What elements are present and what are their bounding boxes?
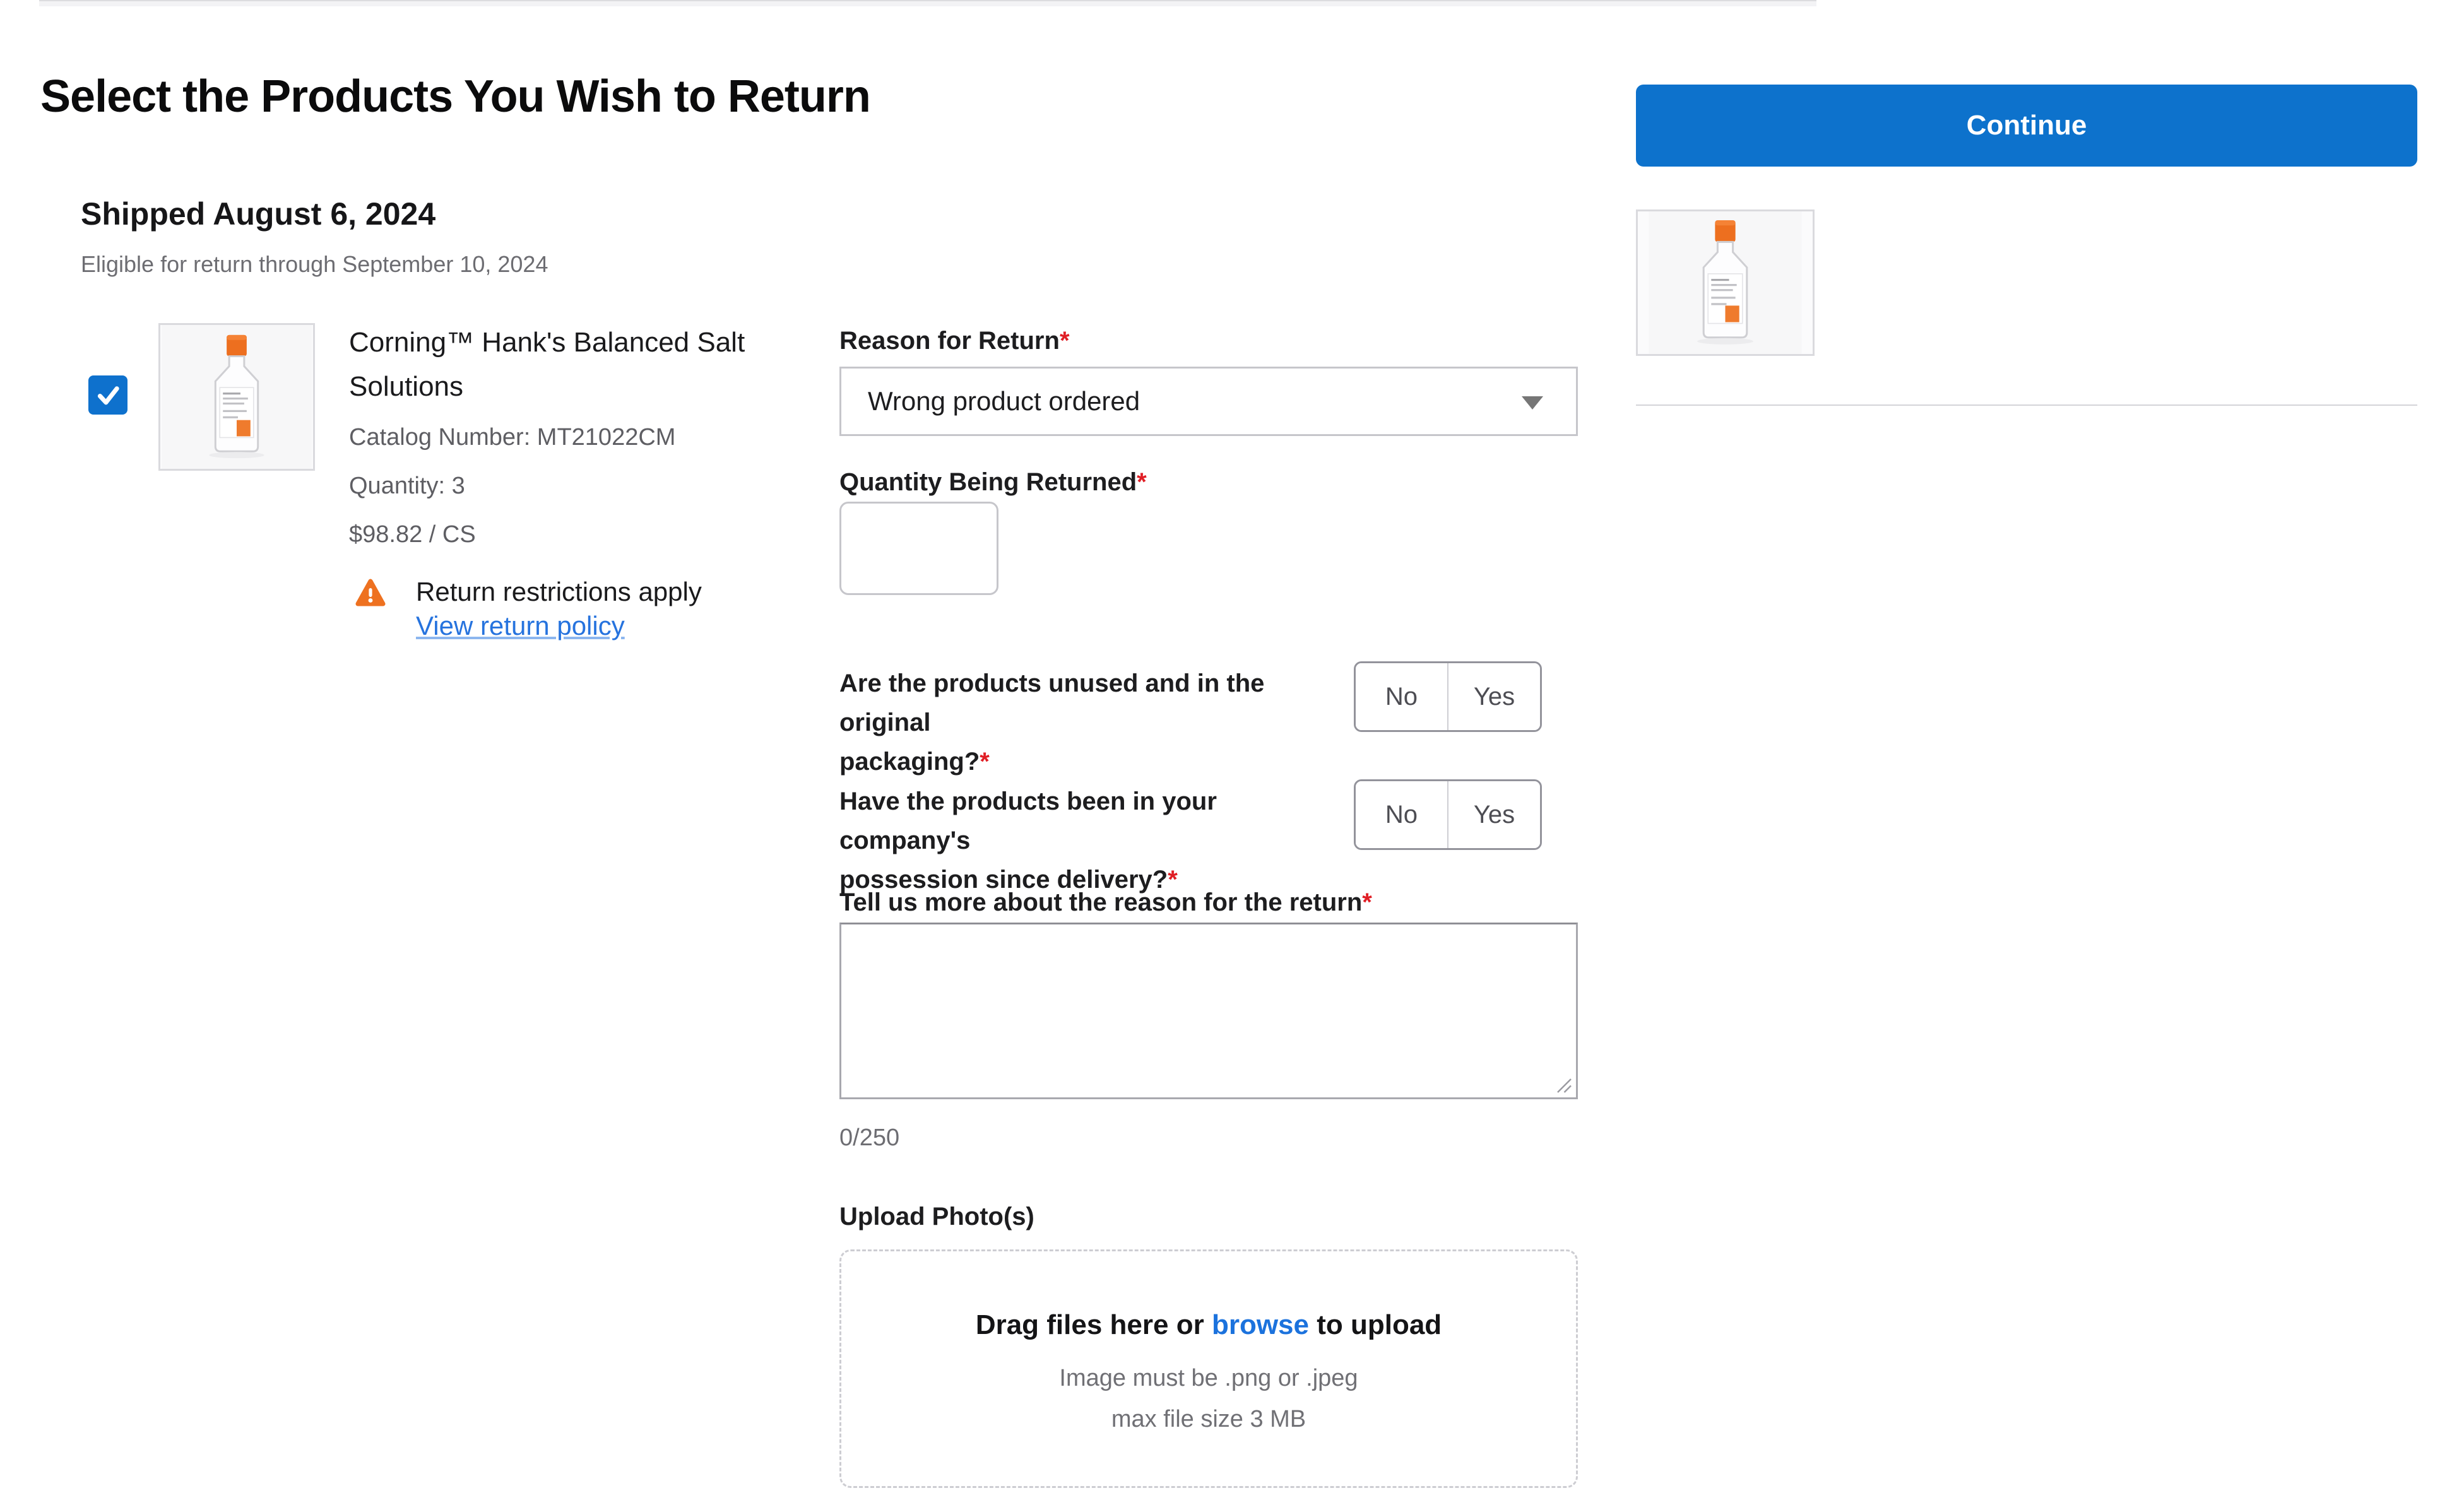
warning-icon <box>355 578 386 607</box>
reason-for-return-label: Reason for Return* <box>839 327 1070 355</box>
quantity-returned-label: Quantity Being Returned* <box>839 468 1147 497</box>
unused-packaging-toggle: No Yes <box>1354 661 1542 732</box>
product-name-line2: Solutions <box>349 365 745 409</box>
tell-us-more-label: Tell us more about the reason for the re… <box>839 888 1372 917</box>
product-catalog-number: Catalog Number: MT21022CM <box>349 424 675 451</box>
product-quantity: Quantity: 3 <box>349 473 465 500</box>
required-asterisk: * <box>1060 327 1070 355</box>
view-return-policy-link[interactable]: View return policy <box>416 610 625 642</box>
chevron-down-icon <box>1522 396 1543 410</box>
upload-format-hint: Image must be .png or .jpeg <box>1059 1365 1358 1392</box>
restriction-text-block: Return restrictions apply View return po… <box>416 575 702 642</box>
company-possession-no-button[interactable]: No <box>1356 781 1447 848</box>
dropzone-instruction: Drag files here or browse to upload <box>976 1309 1442 1341</box>
page-title: Select the Products You Wish to Return <box>40 71 870 122</box>
bottle-image <box>160 325 313 469</box>
question-unused-packaging: Are the products unused and in the origi… <box>839 664 1344 781</box>
upload-size-hint: max file size 3 MB <box>1111 1406 1306 1433</box>
checkmark-icon <box>94 381 122 409</box>
selected-product-thumbnail <box>1636 209 1815 356</box>
sidebar-divider <box>1636 404 2417 406</box>
browse-link[interactable]: browse <box>1212 1309 1309 1340</box>
return-page: Select the Products You Wish to Return S… <box>0 0 2464 1493</box>
character-counter: 0/250 <box>839 1124 899 1152</box>
bottle-image <box>1638 211 1813 354</box>
continue-button[interactable]: Continue <box>1636 85 2417 167</box>
return-reason-textarea[interactable] <box>839 923 1578 1099</box>
quantity-returned-input[interactable] <box>839 502 998 595</box>
shipment-date-heading: Shipped August 6, 2024 <box>81 196 435 232</box>
product-select-checkbox[interactable] <box>88 375 127 415</box>
reason-selected-value: Wrong product ordered <box>868 386 1140 416</box>
return-restriction-row: Return restrictions apply View return po… <box>355 575 702 642</box>
company-possession-toggle: No Yes <box>1354 779 1542 850</box>
product-price: $98.82 / CS <box>349 521 476 548</box>
restriction-note: Return restrictions apply <box>416 575 702 608</box>
required-asterisk: * <box>1362 888 1372 916</box>
required-asterisk: * <box>1137 468 1147 496</box>
top-progress-strip <box>39 0 1816 6</box>
upload-photos-label: Upload Photo(s) <box>839 1203 1034 1231</box>
reason-for-return-select[interactable]: Wrong product ordered <box>839 367 1578 436</box>
required-asterisk: * <box>980 748 990 776</box>
product-name-line1: Corning™ Hank's Balanced Salt <box>349 321 745 365</box>
unused-packaging-yes-button[interactable]: Yes <box>1447 663 1540 730</box>
product-image <box>158 323 315 471</box>
company-possession-yes-button[interactable]: Yes <box>1447 781 1540 848</box>
return-eligibility-text: Eligible for return through September 10… <box>81 251 548 278</box>
unused-packaging-no-button[interactable]: No <box>1356 663 1447 730</box>
product-name: Corning™ Hank's Balanced Salt Solutions <box>349 321 745 409</box>
photo-upload-dropzone[interactable]: Drag files here or browse to upload Imag… <box>839 1249 1578 1488</box>
question-company-possession: Have the products been in your company's… <box>839 782 1344 899</box>
